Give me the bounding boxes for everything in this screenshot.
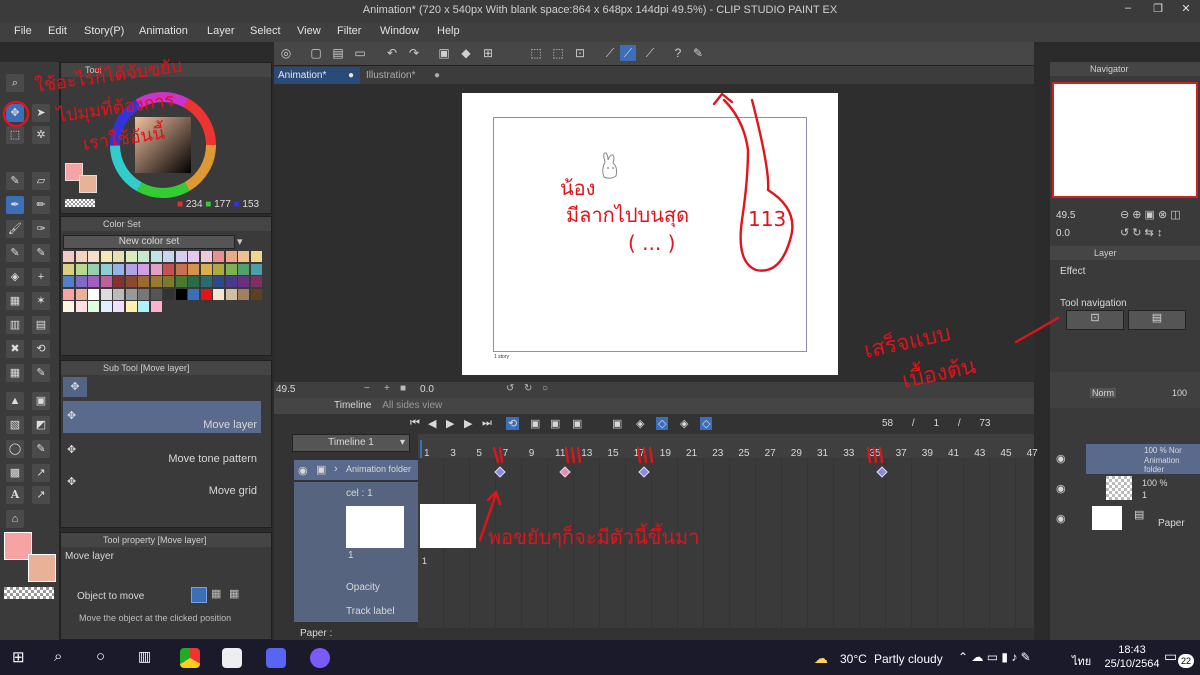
clock-date[interactable]: 25/10/2564	[1102, 658, 1162, 670]
annotation-mark	[866, 446, 884, 464]
annotation-text: เราใช้อันนี้	[81, 120, 166, 155]
annotation-text: พอขยับๆก็จะมีตัวนี้ขึ้นมา	[488, 523, 699, 549]
tray-icons[interactable]: ⌃ ☁ ▭ ▮ ♪ ✎	[958, 650, 1031, 664]
chrome-icon[interactable]	[180, 648, 200, 668]
annotation-number: 113	[748, 207, 786, 231]
annotation-text: เสร็จแบบ	[861, 318, 953, 364]
annotation-text: เบื้องต้น	[899, 350, 978, 394]
task-view-icon[interactable]: ▥	[138, 648, 151, 665]
annotation-text: น้อง	[560, 176, 595, 200]
notification-count: 22	[1178, 654, 1194, 668]
annotation-text: ไปมุมที่ต้องการ	[53, 87, 176, 128]
annotation-mark	[564, 446, 582, 464]
annotation-text: ( ... )	[628, 231, 675, 255]
weather-desc[interactable]: Partly cloudy	[874, 652, 943, 666]
clock-time[interactable]: 18:43	[1112, 644, 1152, 656]
messenger-icon[interactable]	[310, 648, 330, 668]
annotation-overlay: ใช้อะไรก็ได้จับขยับ ไปมุมที่ต้องการ เราใ…	[2, 54, 1060, 549]
weather-icon[interactable]: ☁	[814, 650, 828, 667]
weather-temp[interactable]: 30°C	[840, 652, 867, 666]
annotation-arrowhead	[712, 92, 734, 106]
annotation-mark	[492, 446, 504, 464]
annotation-mark	[636, 446, 654, 464]
notification-icon[interactable]: ▭	[1164, 648, 1177, 665]
windows-start-icon[interactable]: ⊞	[12, 648, 30, 666]
annotation-circle	[2, 100, 30, 128]
language-indicator[interactable]: ไทย	[1072, 652, 1091, 670]
annotation-arrow	[722, 98, 794, 272]
cortana-icon[interactable]: ○	[96, 648, 105, 665]
annotation-text: มีลากไปบนสุด	[566, 203, 689, 228]
clip-studio-taskbar-icon[interactable]	[222, 648, 242, 668]
search-icon[interactable]: ⌕	[54, 648, 62, 665]
discord-icon[interactable]	[266, 648, 286, 668]
annotation-dash	[1014, 316, 1060, 344]
